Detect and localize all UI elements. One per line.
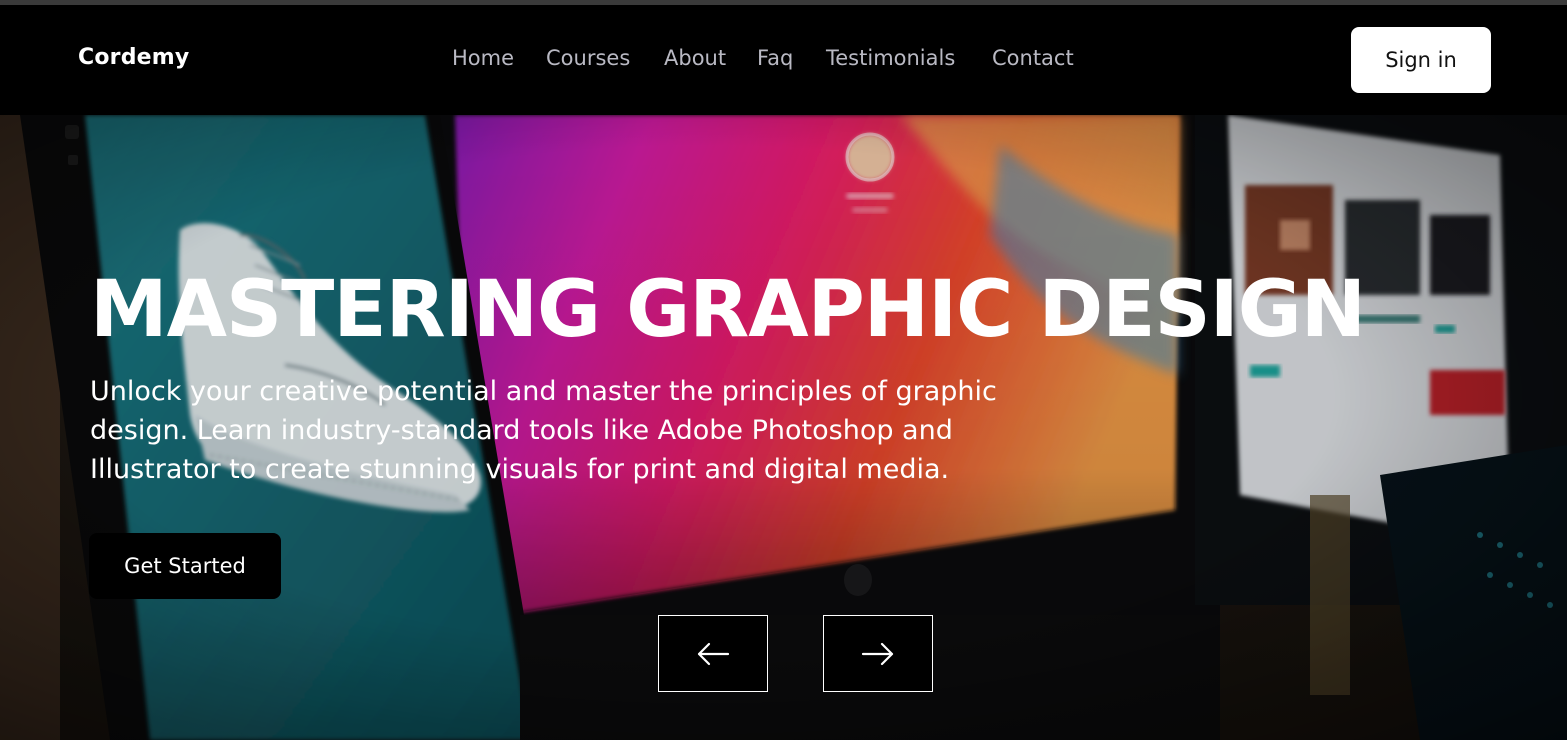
nav-link-about[interactable]: About xyxy=(664,46,726,70)
hero-section: MASTERING GRAPHIC DESIGN Unlock your cre… xyxy=(0,115,1567,740)
navbar: Cordemy Home Courses About Faq Testimoni… xyxy=(0,5,1567,115)
get-started-button[interactable]: Get Started xyxy=(89,533,281,599)
nav-link-faq[interactable]: Faq xyxy=(757,46,793,70)
sign-in-button[interactable]: Sign in xyxy=(1351,27,1491,93)
arrow-right-icon xyxy=(861,642,894,665)
hero-description: Unlock your creative potential and maste… xyxy=(90,376,997,485)
nav-link-courses[interactable]: Courses xyxy=(546,46,630,70)
carousel-next-button[interactable] xyxy=(823,615,933,692)
hero-title: MASTERING GRAPHIC DESIGN xyxy=(90,265,1366,355)
arrow-left-icon xyxy=(697,642,730,665)
nav-link-testimonials[interactable]: Testimonials xyxy=(826,46,955,70)
carousel-prev-button[interactable] xyxy=(658,615,768,692)
brand-logo[interactable]: Cordemy xyxy=(78,45,189,70)
nav-link-home[interactable]: Home xyxy=(452,46,514,70)
nav-link-contact[interactable]: Contact xyxy=(992,46,1074,70)
